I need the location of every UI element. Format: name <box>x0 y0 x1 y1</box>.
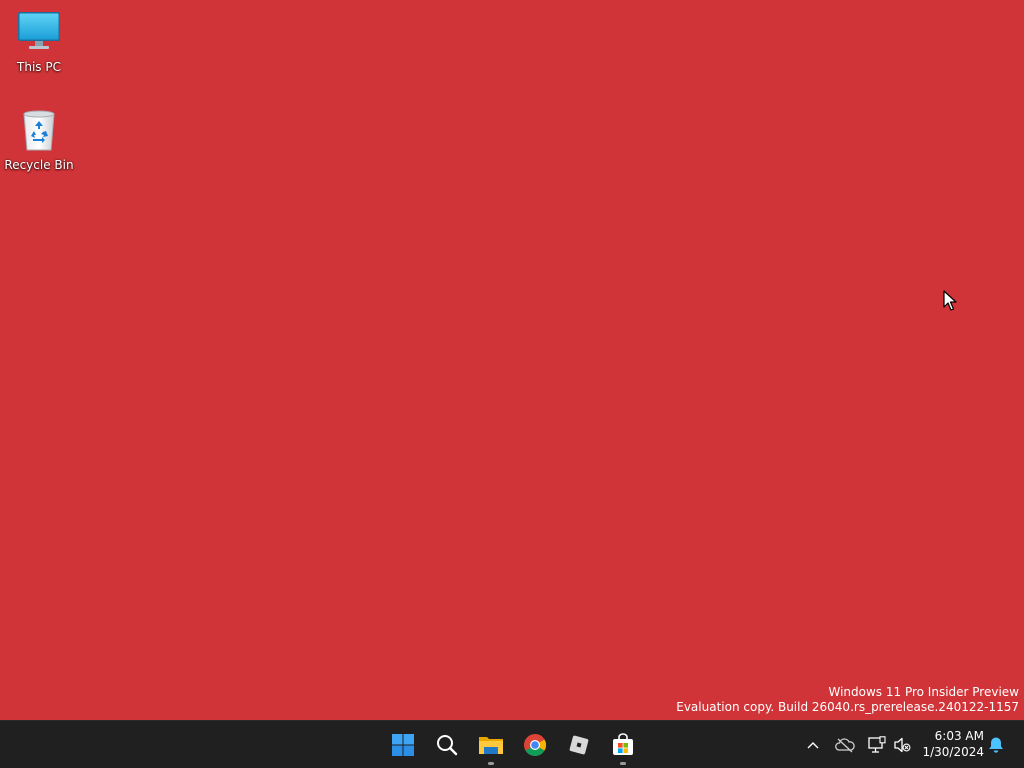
windows-logo-icon <box>392 734 414 756</box>
desktop-icon-this-pc[interactable]: This PC <box>1 8 77 74</box>
show-hidden-icons-button[interactable] <box>801 733 825 757</box>
recycle-bin-icon <box>15 106 63 154</box>
microsoft-store-button[interactable] <box>603 725 643 765</box>
watermark-edition: Windows 11 Pro Insider Preview <box>828 685 1019 699</box>
start-button[interactable] <box>383 725 423 765</box>
network-tray-button[interactable] <box>865 733 889 757</box>
volume-tray-button[interactable] <box>890 733 914 757</box>
running-indicator <box>620 762 626 765</box>
desktop-icon-label: This PC <box>17 60 61 74</box>
network-icon <box>868 736 886 753</box>
running-indicator <box>488 762 494 765</box>
onedrive-tray-button[interactable] <box>833 733 857 757</box>
search-icon <box>437 735 458 756</box>
clock-date: 1/30/2024 <box>922 745 984 759</box>
notification-bell-icon <box>989 737 1003 753</box>
onedrive-offline-icon <box>835 738 855 753</box>
roblox-button[interactable] <box>559 725 599 765</box>
evaluation-watermark: Windows 11 Pro Insider Preview Evaluatio… <box>676 685 1019 715</box>
chrome-button[interactable] <box>515 725 555 765</box>
desktop[interactable]: This PC Recycle Bin Windows 11 Pro Insid… <box>0 0 1024 720</box>
search-button[interactable] <box>427 725 467 765</box>
clock-time: 6:03 AM <box>934 729 984 743</box>
folder-icon <box>479 737 503 754</box>
store-icon <box>613 733 633 755</box>
desktop-icon-label: Recycle Bin <box>4 158 74 172</box>
taskbar: 6:03 AM 1/30/2024 <box>0 720 1024 768</box>
roblox-icon <box>569 735 589 755</box>
file-explorer-button[interactable] <box>471 725 511 765</box>
chevron-up-icon <box>807 742 819 749</box>
desktop-icon-recycle-bin[interactable]: Recycle Bin <box>1 106 77 172</box>
notification-center-button[interactable] <box>984 733 1008 757</box>
volume-muted-icon <box>894 737 911 753</box>
chrome-icon <box>524 734 546 756</box>
mouse-pointer-icon <box>943 290 957 312</box>
monitor-icon <box>15 8 63 56</box>
watermark-build: Evaluation copy. Build 26040.rs_prerelea… <box>676 700 1019 714</box>
taskbar-clock[interactable]: 6:03 AM 1/30/2024 <box>918 728 984 760</box>
